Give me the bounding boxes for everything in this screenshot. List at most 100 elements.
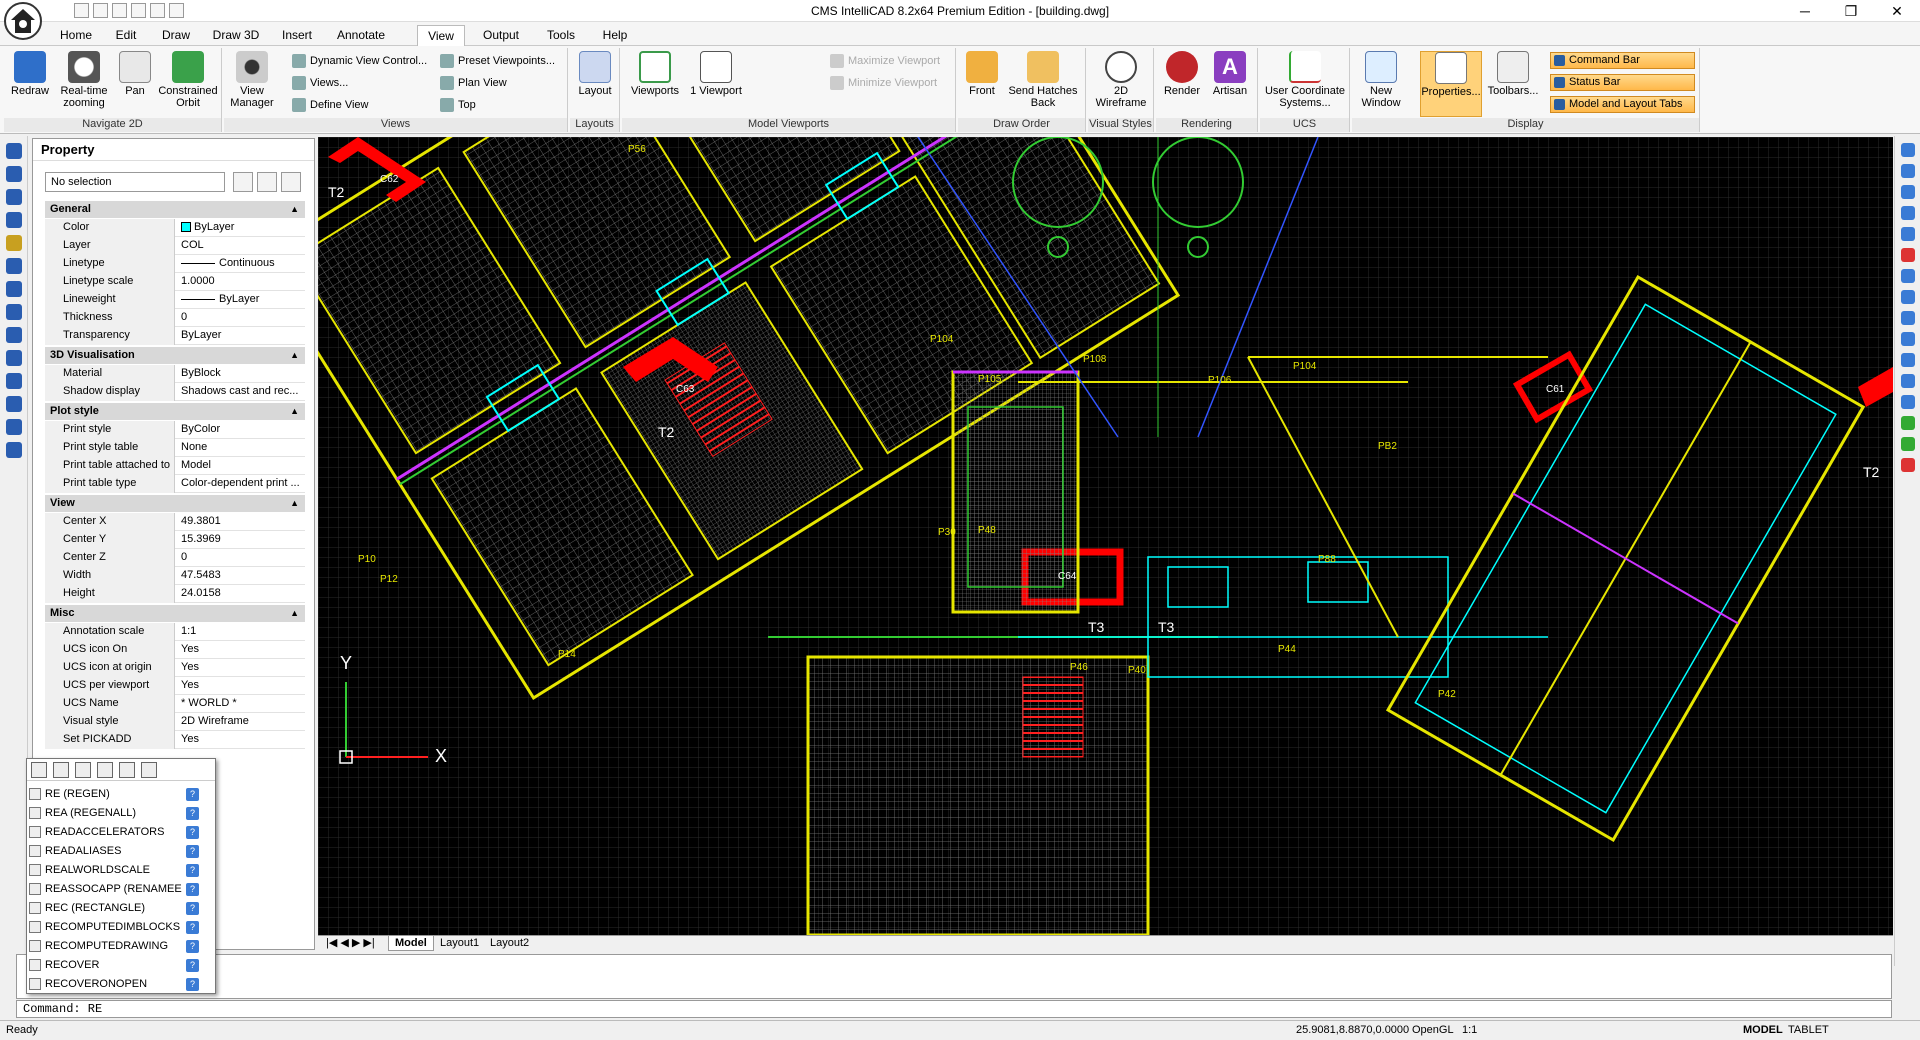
- insert-block-icon[interactable]: [5, 442, 22, 458]
- property-value[interactable]: ByColor: [178, 421, 305, 438]
- property-row[interactable]: Width 47.5483: [45, 567, 305, 585]
- selection-dropdown[interactable]: No selection: [45, 172, 225, 192]
- user-coordinate-systems-button[interactable]: User Coordinate Systems...: [1262, 51, 1348, 109]
- help-icon[interactable]: ?: [186, 959, 199, 972]
- property-value[interactable]: 15.3969: [178, 531, 305, 548]
- properties-button[interactable]: Properties...: [1420, 51, 1482, 117]
- one-viewport-button[interactable]: 1 Viewport: [690, 51, 742, 97]
- app-logo[interactable]: [4, 2, 42, 40]
- property-value[interactable]: COL: [178, 237, 305, 254]
- autocomplete-item[interactable]: RECOVER?: [29, 956, 199, 975]
- property-row[interactable]: Print table type Color-dependent print ..…: [45, 475, 305, 493]
- property-row[interactable]: Center Z 0: [45, 549, 305, 567]
- property-row[interactable]: Print table attached to Model: [45, 457, 305, 475]
- property-row[interactable]: Print style ByColor: [45, 421, 305, 439]
- property-row[interactable]: Height 24.0158: [45, 585, 305, 603]
- autocomplete-item[interactable]: READALIASES?: [29, 842, 199, 861]
- move-tool-icon[interactable]: [1900, 143, 1915, 157]
- wireframe-button[interactable]: 2D Wireframe: [1092, 51, 1150, 109]
- model-layout-tabs-toggle[interactable]: Model and Layout Tabs: [1550, 96, 1695, 113]
- property-value[interactable]: 1.0000: [178, 273, 305, 290]
- help-icon[interactable]: ?: [186, 826, 199, 839]
- property-row[interactable]: Shadow display Shadows cast and rec...: [45, 383, 305, 401]
- status-annotation-scale[interactable]: 1:1: [1462, 1021, 1477, 1040]
- point-tool-icon[interactable]: [5, 350, 22, 366]
- cad-drawing[interactable]: X Y T2 T2 T3 T3 T2 C62 C63 C64 C61 P108 …: [318, 137, 1893, 935]
- property-value[interactable]: 49.3801: [178, 513, 305, 530]
- property-row[interactable]: UCS icon at origin Yes: [45, 659, 305, 677]
- collapse-icon[interactable]: ▲: [290, 201, 299, 218]
- trim-tool-icon[interactable]: [1900, 311, 1915, 325]
- section-general[interactable]: General ▲: [45, 201, 305, 218]
- pencil-tool-icon[interactable]: [5, 235, 22, 251]
- arc-tool-icon[interactable]: [5, 166, 22, 182]
- top-view-select[interactable]: Top: [440, 98, 476, 112]
- line-tool-icon[interactable]: [5, 143, 22, 159]
- dynamic-view-button[interactable]: Dynamic View Control...: [292, 54, 427, 68]
- collapse-icon[interactable]: ▲: [290, 347, 299, 364]
- property-row[interactable]: Center X 49.3801: [45, 513, 305, 531]
- polyline-tool-icon[interactable]: [5, 189, 22, 205]
- autocomplete-item[interactable]: RECOMPUTEDIMBLOCKS?: [29, 918, 199, 937]
- status-renderer[interactable]: OpenGL: [1412, 1021, 1454, 1040]
- quick-select-icon[interactable]: [257, 172, 277, 192]
- tab-view[interactable]: View: [417, 25, 465, 46]
- property-value[interactable]: None: [178, 439, 305, 456]
- scale-tool-icon[interactable]: [1900, 269, 1915, 283]
- preset-viewpoints-button[interactable]: Preset Viewpoints...: [440, 54, 555, 68]
- section-view[interactable]: View ▲: [45, 495, 305, 512]
- minimize-viewport-button[interactable]: Minimize Viewport: [830, 76, 937, 90]
- property-value[interactable]: Shadows cast and rec...: [178, 383, 305, 400]
- copy-tool-icon[interactable]: [1900, 164, 1915, 178]
- new-window-button[interactable]: New Window: [1356, 51, 1406, 109]
- rotate-tool-icon[interactable]: [1900, 248, 1915, 262]
- tab-insert[interactable]: Insert: [275, 25, 319, 46]
- autocomplete-item[interactable]: REALWORLDSCALE?: [29, 861, 199, 880]
- close-button[interactable]: ✕: [1874, 0, 1920, 22]
- collapse-icon[interactable]: ▲: [290, 403, 299, 420]
- property-value[interactable]: Yes: [178, 641, 305, 658]
- tab-edit[interactable]: Edit: [108, 25, 144, 46]
- break-tool-icon[interactable]: [1900, 353, 1915, 367]
- help-icon[interactable]: ?: [186, 788, 199, 801]
- tab-help[interactable]: Help: [596, 25, 634, 46]
- circle-tool-icon[interactable]: [5, 258, 22, 274]
- plan-view-button[interactable]: Plan View: [440, 76, 507, 90]
- property-row[interactable]: Annotation scale 1:1: [45, 623, 305, 641]
- mirror-tool-icon[interactable]: [1900, 185, 1915, 199]
- status-tablet-toggle[interactable]: TABLET: [1788, 1021, 1829, 1040]
- property-row[interactable]: Set PICKADD Yes: [45, 731, 305, 749]
- array-tool-icon[interactable]: [1900, 227, 1915, 241]
- autocomplete-braces-icon[interactable]: [119, 762, 135, 778]
- command-line[interactable]: Command: RE: [16, 1000, 1892, 1018]
- tab-output[interactable]: Output: [476, 25, 526, 46]
- help-icon[interactable]: ?: [186, 807, 199, 820]
- property-value[interactable]: 0: [178, 549, 305, 566]
- tab-annotate[interactable]: Annotate: [330, 25, 392, 46]
- view-manager-button[interactable]: View Manager: [228, 51, 276, 109]
- define-view-button[interactable]: Define View: [292, 98, 369, 112]
- ellipse-tool-icon[interactable]: [5, 281, 22, 297]
- autocomplete-item[interactable]: REASSOCAPP (RENAMEE?: [29, 880, 199, 899]
- tab-layout2[interactable]: Layout2: [484, 936, 535, 951]
- viewports-button[interactable]: Viewports: [626, 51, 684, 97]
- first-tab-arrow[interactable]: |◀ ◀ ▶ ▶|: [320, 936, 381, 951]
- property-row[interactable]: Linetype scale 1.0000: [45, 273, 305, 291]
- property-value[interactable]: ByLayer: [178, 291, 305, 308]
- render-button[interactable]: Render: [1160, 51, 1204, 97]
- help-icon[interactable]: ?: [186, 883, 199, 896]
- property-value[interactable]: 0: [178, 309, 305, 326]
- maximize-viewport-button[interactable]: Maximize Viewport: [830, 54, 940, 68]
- toolbars-button[interactable]: Toolbars...: [1484, 51, 1542, 97]
- property-row[interactable]: Linetype Continuous: [45, 255, 305, 273]
- property-row[interactable]: UCS Name * WORLD *: [45, 695, 305, 713]
- property-row[interactable]: Transparency ByLayer: [45, 327, 305, 345]
- property-value[interactable]: Color-dependent print ...: [178, 475, 305, 492]
- property-row[interactable]: Material ByBlock: [45, 365, 305, 383]
- help-icon[interactable]: ?: [186, 940, 199, 953]
- send-hatches-back-button[interactable]: Send Hatches Back: [1004, 51, 1082, 109]
- help-icon[interactable]: ?: [186, 845, 199, 858]
- section-misc[interactable]: Misc ▲: [45, 605, 305, 622]
- property-value[interactable]: * WORLD *: [178, 695, 305, 712]
- chamfer-tool-icon[interactable]: [1900, 374, 1915, 388]
